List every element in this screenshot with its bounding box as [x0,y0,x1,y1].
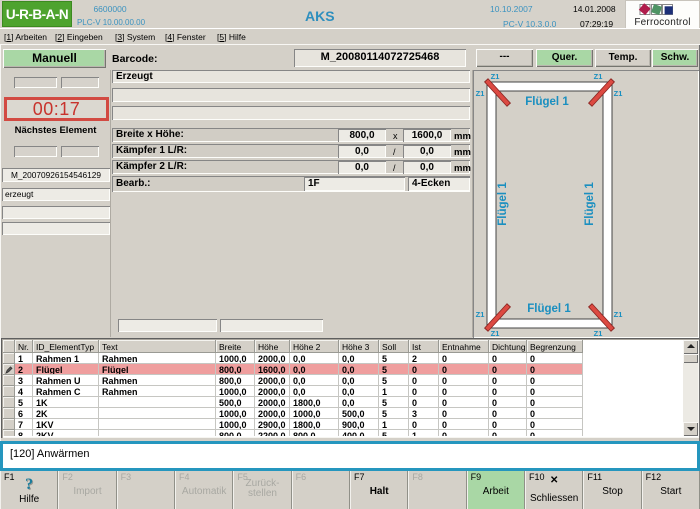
svg-text:Flügel 1: Flügel 1 [497,182,509,226]
svg-text:Z1: Z1 [491,72,500,81]
svg-text:Z1: Z1 [594,72,603,81]
svg-text:Z1: Z1 [614,310,623,319]
svg-text:Flügel 1: Flügel 1 [525,96,569,108]
svg-text:Z1: Z1 [594,329,603,337]
svg-text:Flügel 1: Flügel 1 [584,182,596,226]
svg-text:Z1: Z1 [476,89,485,98]
svg-text:Z1: Z1 [476,310,485,319]
svg-text:Z1: Z1 [614,89,623,98]
svg-text:Z1: Z1 [491,329,500,337]
svg-text:Flügel 1: Flügel 1 [527,303,571,315]
